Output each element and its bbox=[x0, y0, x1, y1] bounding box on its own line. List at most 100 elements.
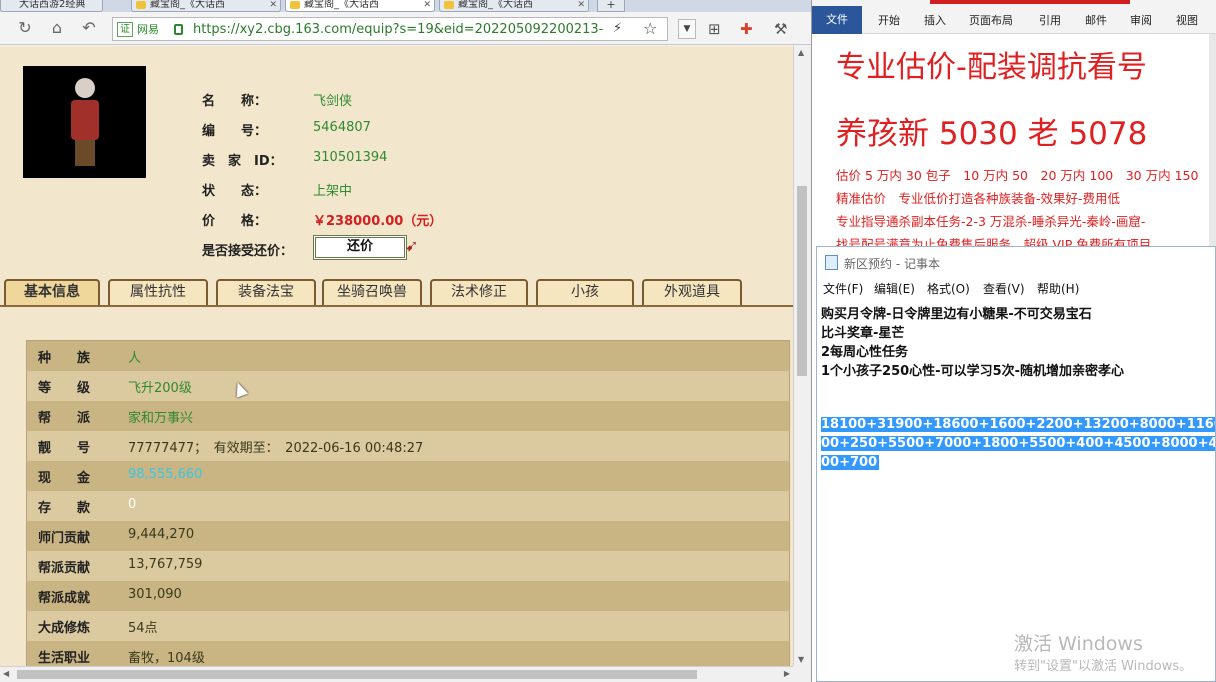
url-text[interactable]: https://xy2.cbg.163.com/equip?s=19&eid=2… bbox=[193, 21, 603, 38]
notepad-line: 2每周心性任务 bbox=[821, 345, 909, 360]
notepad-text-area[interactable]: 购买月令牌-日令牌里边有小糖果-不可交易宝石 比斗奖章-星芒 2每周心性任务 1… bbox=[817, 299, 1215, 681]
ribbon-tab-references[interactable]: 引用 bbox=[1039, 12, 1061, 28]
tab-appearance[interactable]: 外观道具 bbox=[642, 279, 742, 305]
doc-line-pricing: 估价 5 万内 30 包子 10 万内 50 20 万内 100 30 万内 1… bbox=[836, 168, 1199, 183]
menu-help[interactable]: 帮助(H) bbox=[1037, 280, 1079, 297]
browser-tab-1[interactable]: 大话西游2经典 bbox=[0, 0, 103, 12]
grid-icon[interactable]: ⊞ bbox=[708, 20, 721, 38]
info-label-seller: 卖 家 ID： bbox=[202, 154, 283, 169]
scroll-down-icon[interactable]: ▼ bbox=[798, 655, 804, 664]
game-icon bbox=[290, 1, 300, 9]
scroll-up-icon[interactable]: ▲ bbox=[798, 48, 804, 57]
row-label: 帮 派 bbox=[38, 411, 91, 426]
row-label: 种 族 bbox=[38, 351, 91, 366]
row-label: 靓 号 bbox=[38, 441, 91, 456]
tab-mounts-pets[interactable]: 坐骑召唤兽 bbox=[322, 279, 422, 305]
tab-children[interactable]: 小孩 bbox=[536, 279, 634, 305]
counter-offer-button[interactable]: 还价 bbox=[313, 235, 407, 260]
activation-watermark-text: 转到"设置"以激活 Windows。 bbox=[1014, 659, 1193, 674]
ribbon-accent bbox=[930, 0, 1130, 4]
table-row: 帮 派 家和万事兴 bbox=[27, 401, 789, 431]
browser-nav-bar: ↻ ⌂ ↶ 证 网易 https://xy2.cbg.163.com/equip… bbox=[0, 12, 811, 45]
row-label: 生活职业 bbox=[38, 651, 91, 666]
horizontal-scrollbar[interactable]: ◀ ▶ bbox=[0, 666, 793, 682]
browser-window: 大话西游2经典 藏宝阁_《大话西 ✕ 藏宝阁_《大话西 ✕ 藏宝阁_《大话西 ✕… bbox=[0, 0, 812, 682]
doc-heading-appraisal: 专业估价-配装调抗看号 bbox=[836, 50, 1147, 85]
row-label: 现 金 bbox=[38, 471, 91, 486]
row-value: 飞升200级 bbox=[128, 381, 192, 396]
row-value: 98,555,660 bbox=[128, 467, 203, 482]
tab-equipment[interactable]: 装备法宝 bbox=[216, 279, 316, 305]
notepad-title: 新区预约 - 记事本 bbox=[844, 257, 940, 271]
detail-tabs: 基本信息 属性抗性 装备法宝 坐骑召唤兽 法术修正 小孩 外观道具 bbox=[0, 276, 793, 307]
row-label: 帮派贡献 bbox=[38, 561, 91, 576]
scroll-thumb[interactable] bbox=[17, 670, 697, 679]
ribbon-tab-insert[interactable]: 插入 bbox=[924, 12, 946, 28]
vertical-scrollbar[interactable]: ▲ ▼ bbox=[793, 46, 810, 666]
arrow-icon: ➹ bbox=[405, 236, 419, 255]
row-label: 等 级 bbox=[38, 381, 91, 396]
scroll-left-icon[interactable]: ◀ bbox=[3, 669, 9, 678]
close-icon[interactable]: ✕ bbox=[269, 0, 277, 10]
menu-view[interactable]: 查看(V) bbox=[983, 280, 1025, 297]
close-icon[interactable]: ✕ bbox=[423, 0, 431, 10]
lock-icon[interactable] bbox=[174, 24, 183, 35]
browser-tab-2[interactable]: 藏宝阁_《大话西 ✕ bbox=[131, 0, 281, 12]
new-tab-button[interactable]: + bbox=[597, 0, 625, 12]
document-body[interactable]: 专业估价-配装调抗看号 养孩新 5030 老 5078 估价 5 万内 30 包… bbox=[812, 34, 1216, 252]
undo-icon[interactable]: ↶ bbox=[78, 17, 100, 39]
info-value-name: 飞剑侠 bbox=[313, 94, 353, 109]
browser-tab-label: 藏宝阁_《大话西 bbox=[304, 0, 379, 10]
certificate-badge[interactable]: 证 bbox=[117, 22, 133, 37]
document-scrollbar[interactable] bbox=[1209, 34, 1216, 250]
menu-edit[interactable]: 编辑(E) bbox=[874, 280, 915, 297]
home-icon[interactable]: ⌂ bbox=[46, 17, 68, 39]
menu-format[interactable]: 格式(O) bbox=[927, 280, 970, 297]
table-row: 帮派贡献 13,767,759 bbox=[27, 551, 789, 581]
avatar-body bbox=[71, 100, 99, 140]
web-page: 名 称： 飞剑侠 编 号： 5464807 卖 家 ID： 310501394 … bbox=[0, 46, 793, 666]
browser-tab-4[interactable]: 藏宝阁_《大话西 ✕ bbox=[439, 0, 589, 12]
info-value-id: 5464807 bbox=[313, 120, 371, 135]
scroll-thumb[interactable] bbox=[797, 186, 807, 376]
ribbon-tab-file[interactable]: 文件 bbox=[812, 6, 862, 34]
lightning-icon[interactable]: ⚡ bbox=[613, 21, 622, 36]
browser-tab-label: 藏宝阁_《大话西 bbox=[150, 0, 225, 10]
ribbon-tab-view[interactable]: 视图 bbox=[1176, 12, 1198, 28]
info-label-price: 价 格： bbox=[202, 214, 268, 229]
notepad-line: 1个小孩子250心性-可以学习5次-随机增加亲密孝心 bbox=[821, 364, 1125, 379]
avatar-legs bbox=[75, 140, 95, 166]
character-avatar bbox=[23, 66, 146, 178]
scroll-right-icon[interactable]: ▶ bbox=[784, 669, 790, 678]
gamepad-icon[interactable]: ✚ bbox=[740, 20, 753, 38]
price-value: ￥238000.00（元） bbox=[313, 214, 443, 229]
counter-offer-label: 是否接受还价： bbox=[202, 244, 294, 259]
ribbon-tab-mailings[interactable]: 邮件 bbox=[1085, 12, 1107, 28]
notepad-menubar: 文件(F) 编辑(E) 格式(O) 查看(V) 帮助(H) bbox=[817, 277, 1215, 299]
menu-file[interactable]: 文件(F) bbox=[823, 280, 863, 297]
tab-basic-info[interactable]: 基本信息 bbox=[4, 279, 100, 305]
ribbon-tab-home[interactable]: 开始 bbox=[878, 12, 900, 28]
browser-tab-3[interactable]: 藏宝阁_《大话西 ✕ bbox=[285, 0, 435, 12]
tab-attributes[interactable]: 属性抗性 bbox=[108, 279, 208, 305]
address-bar[interactable]: 证 网易 https://xy2.cbg.163.com/equip?s=19&… bbox=[112, 17, 668, 41]
row-value: 家和万事兴 bbox=[128, 411, 194, 426]
info-label-status: 状 态： bbox=[202, 184, 268, 199]
tab-spell-correction[interactable]: 法术修正 bbox=[430, 279, 528, 305]
notepad-titlebar[interactable]: 新区预约 - 记事本 bbox=[817, 247, 1215, 277]
info-label-id: 编 号： bbox=[202, 124, 268, 139]
row-value: 畜牧，104级 bbox=[128, 651, 205, 666]
browser-tab-label: 藏宝阁_《大话西 bbox=[458, 0, 533, 10]
ribbon-tab-layout[interactable]: 页面布局 bbox=[969, 12, 1013, 28]
row-label: 帮派成就 bbox=[38, 591, 91, 606]
close-icon[interactable]: ✕ bbox=[577, 0, 585, 10]
reload-icon[interactable]: ↻ bbox=[14, 17, 36, 39]
chevron-down-icon[interactable]: ▼ bbox=[678, 19, 696, 39]
notepad-line: 比斗奖章-星芒 bbox=[821, 326, 905, 341]
table-row: 生活职业 畜牧，104级 bbox=[27, 641, 789, 666]
ribbon-tab-review[interactable]: 审阅 bbox=[1130, 12, 1152, 28]
doc-heading-raising: 养孩新 5030 老 5078 bbox=[836, 116, 1148, 152]
table-row: 存 款 0 bbox=[27, 491, 789, 521]
wrench-icon[interactable]: ⚒ bbox=[774, 20, 787, 38]
star-icon[interactable]: ☆ bbox=[643, 19, 657, 38]
